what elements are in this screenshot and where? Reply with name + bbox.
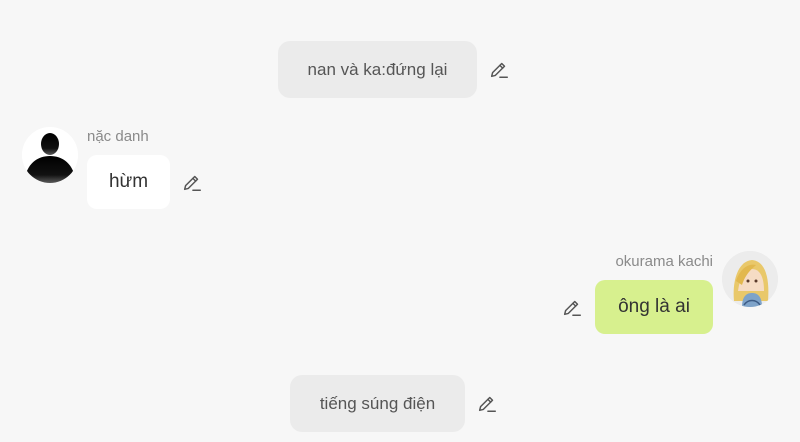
message-text: hừm <box>108 171 149 192</box>
narration-bubble: tiếng súng điện <box>290 375 465 432</box>
narration-text: tiếng súng điện <box>319 393 436 413</box>
silhouette-avatar-icon <box>22 127 78 183</box>
message-text: ông là ai <box>618 296 690 317</box>
pencil-edit-icon[interactable] <box>476 392 498 414</box>
avatar[interactable] <box>22 127 78 183</box>
anime-girl-avatar-icon <box>722 251 778 307</box>
message-bubble: ông là ai <box>595 280 713 334</box>
pencil-edit-icon[interactable] <box>561 296 583 318</box>
pencil-edit-icon[interactable] <box>488 58 510 80</box>
sender-name: okurama kachi <box>615 253 713 270</box>
narration-text: nan và ka:đứng lại <box>307 59 448 79</box>
pencil-edit-icon[interactable] <box>181 171 203 193</box>
sender-name: nặc danh <box>87 128 149 145</box>
narration-bubble: nan và ka:đứng lại <box>278 41 477 98</box>
avatar[interactable] <box>722 251 778 307</box>
message-bubble: hừm <box>87 155 170 209</box>
